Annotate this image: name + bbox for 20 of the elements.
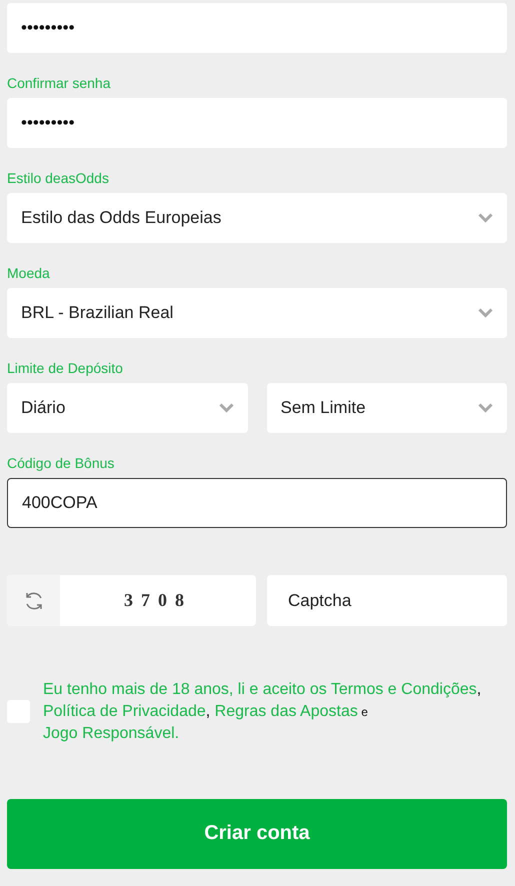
dropdown[interactable]: Estilo das Odds Europeias — [7, 193, 507, 243]
refresh-button[interactable] — [7, 575, 60, 626]
field-label: Limite de Depósito — [7, 360, 123, 376]
password-field[interactable]: ••••••••• — [7, 3, 507, 53]
field-label: Código de Bônus — [7, 455, 114, 471]
captcha-field[interactable]: Captcha — [267, 575, 507, 626]
chevron-down-icon — [478, 308, 493, 318]
password-field[interactable]: ••••••••• — [7, 98, 507, 148]
field-label: Estilo deasOdds — [7, 170, 109, 186]
dropdown[interactable]: Diário — [7, 383, 248, 433]
chevron-down-icon — [478, 213, 493, 223]
dropdown[interactable]: BRL - Brazilian Real — [7, 288, 507, 338]
chevron-down-icon — [218, 403, 234, 413]
captcha-code: 3708 — [123, 589, 193, 612]
field-label: Moeda — [7, 265, 50, 281]
terms-text: Eu tenho mais de 18 anos, li e aceito os Termos e Condições, Política de Privacidade, Regras das Apostas e Jogo Responsável. — [43, 680, 482, 744]
chevron-down-icon — [478, 403, 493, 413]
dropdown[interactable]: Sem Limite — [266, 383, 507, 433]
bonus-code-field[interactable]: 400COPA — [7, 478, 507, 528]
field-label: Confirmar senha — [7, 75, 110, 91]
